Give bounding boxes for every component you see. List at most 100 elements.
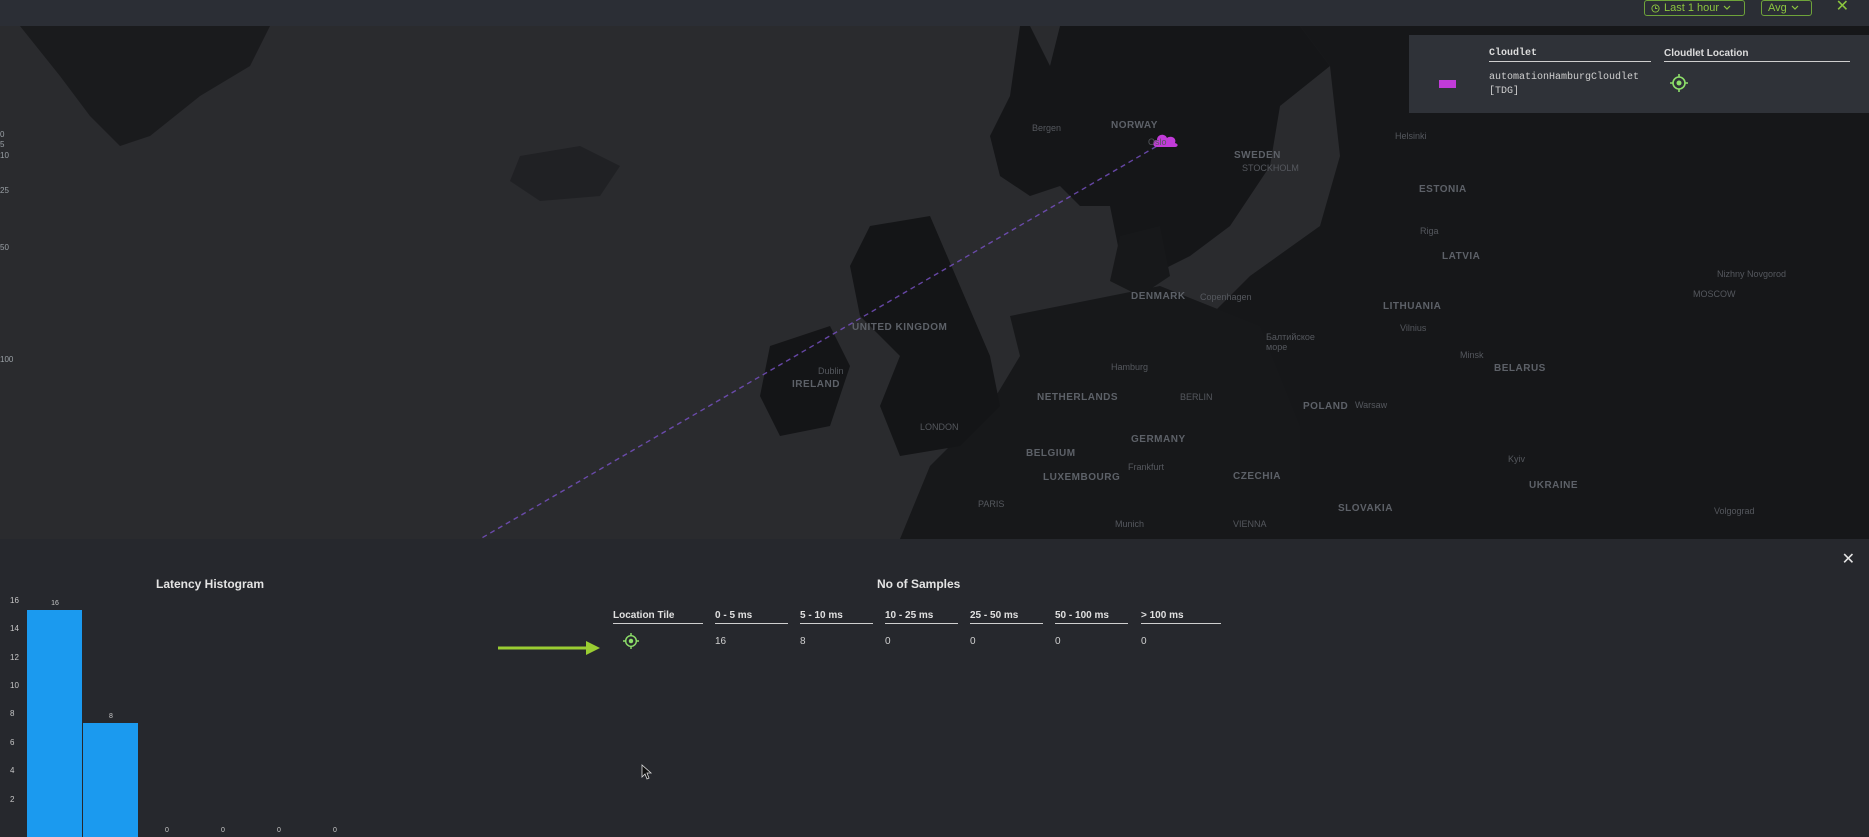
divider bbox=[1664, 61, 1850, 62]
histogram-bar[interactable] bbox=[83, 723, 138, 837]
divider bbox=[1055, 623, 1128, 624]
map-label: POLAND bbox=[1303, 401, 1349, 412]
aggregate-label: Avg bbox=[1768, 2, 1787, 14]
table-header: 50 - 100 ms bbox=[1055, 610, 1109, 621]
map-label: LUXEMBOURG bbox=[1043, 472, 1121, 483]
crosshair-icon[interactable] bbox=[1670, 74, 1688, 92]
time-range-dropdown[interactable]: Last 1 hour bbox=[1644, 0, 1745, 16]
histogram-bar-label: 16 bbox=[51, 599, 59, 607]
legend-header-cloudlet: Cloudlet bbox=[1489, 48, 1538, 59]
map-city-label: Volgograd bbox=[1714, 506, 1755, 516]
close-icon[interactable]: ✕ bbox=[1842, 549, 1855, 569]
map-label: SLOVAKIA bbox=[1338, 503, 1393, 514]
axis-tick: 25 bbox=[0, 186, 9, 195]
y-axis-tick: 16 bbox=[10, 595, 19, 605]
map-city-label: Nizhny Novgorod bbox=[1717, 269, 1787, 279]
histogram-bar-label: 8 bbox=[109, 713, 113, 721]
chevron-down-icon bbox=[1791, 5, 1799, 10]
axis-tick: 10 bbox=[0, 151, 9, 160]
map-label: LITHUANIA bbox=[1383, 301, 1442, 312]
y-axis-tick: 4 bbox=[10, 766, 15, 776]
table-cell: 0 bbox=[885, 636, 891, 647]
axis-tick: 100 bbox=[0, 355, 14, 364]
cloudlet-org: [TDG] bbox=[1489, 86, 1520, 97]
arrow-annotation bbox=[498, 641, 600, 655]
axis-tick: 50 bbox=[0, 243, 9, 252]
y-axis-tick: 10 bbox=[10, 681, 19, 690]
mouse-cursor-icon bbox=[641, 764, 653, 780]
axis-tick: 5 bbox=[0, 140, 5, 149]
map-label: GERMANY bbox=[1131, 434, 1186, 445]
map-city-label: BERLIN bbox=[1180, 392, 1213, 402]
samples-title: No of Samples bbox=[877, 577, 961, 591]
table-cell: 0 bbox=[1141, 636, 1147, 647]
map-label: NORWAY bbox=[1111, 120, 1158, 131]
table-cell: 0 bbox=[970, 636, 976, 647]
y-axis-tick: 14 bbox=[10, 624, 19, 634]
latency-panel: ✕ Latency Histogram No of Samples 2 4 6 8 10… bbox=[0, 539, 1869, 837]
aggregate-dropdown[interactable]: Avg bbox=[1761, 0, 1812, 16]
cloudlet-legend: Cloudlet Cloudlet Location automationHam… bbox=[1409, 35, 1869, 113]
histogram-bar-label: 0 bbox=[165, 827, 169, 834]
map-city-label: LONDON bbox=[920, 422, 959, 432]
table-header: 25 - 50 ms bbox=[970, 610, 1019, 621]
divider bbox=[885, 623, 958, 624]
map-city-label: VIENNA bbox=[1233, 519, 1267, 529]
y-axis-tick: 12 bbox=[10, 652, 19, 662]
map-city-label: Minsk bbox=[1460, 350, 1484, 360]
table-header: 5 - 10 ms bbox=[800, 610, 843, 621]
cloudlet-color-swatch bbox=[1439, 80, 1456, 88]
map-label: NETHERLANDS bbox=[1037, 392, 1119, 403]
divider bbox=[800, 623, 873, 624]
time-range-label: Last 1 hour bbox=[1664, 2, 1720, 14]
clock-icon bbox=[1651, 3, 1660, 13]
divider bbox=[970, 623, 1043, 624]
map-label: UKRAINE bbox=[1529, 480, 1579, 491]
map-sea-label: Балтийское море bbox=[1266, 332, 1315, 352]
histogram-bar[interactable] bbox=[27, 609, 82, 837]
map-city-label: PARIS bbox=[978, 499, 1005, 509]
map-label: IRELAND bbox=[792, 379, 840, 390]
map-city-label: Hamburg bbox=[1111, 362, 1149, 372]
table-cell: 0 bbox=[1055, 636, 1061, 647]
top-toolbar: Last 1 hour Avg ✕ bbox=[0, 0, 1869, 26]
histogram-title: Latency Histogram bbox=[156, 577, 265, 591]
y-axis-tick: 8 bbox=[10, 709, 15, 719]
map-label: SWEDEN bbox=[1234, 150, 1281, 161]
map-city-label: Helsinki bbox=[1395, 131, 1427, 141]
map-label: CZECHIA bbox=[1233, 471, 1281, 482]
cloudlet-name-text: automationHamburgCloudlet bbox=[1489, 72, 1640, 83]
map-label: LATVIA bbox=[1442, 251, 1481, 262]
table-header: > 100 ms bbox=[1141, 610, 1184, 621]
map-city-label: Riga bbox=[1420, 226, 1439, 236]
map-label: BELGIUM bbox=[1026, 448, 1076, 459]
chevron-down-icon bbox=[1723, 5, 1731, 10]
legend-header-location: Cloudlet Location bbox=[1664, 48, 1749, 59]
axis-tick: 0 bbox=[0, 130, 5, 139]
map-city-label: Bergen bbox=[1032, 123, 1062, 133]
histogram-bar-label: 0 bbox=[333, 827, 337, 834]
table-header: 10 - 25 ms bbox=[885, 610, 934, 621]
divider bbox=[715, 623, 788, 624]
cloudlet-name: automationHamburgCloudlet [TDG] bbox=[1489, 71, 1649, 99]
histogram-bar-label: 0 bbox=[221, 827, 225, 834]
map-city-label: Warsaw bbox=[1355, 400, 1388, 410]
map-city-label: Frankfurt bbox=[1128, 462, 1165, 472]
map-label: ESTONIA bbox=[1419, 184, 1467, 195]
map-city-label: STOCKHOLM bbox=[1242, 163, 1299, 173]
map-city-label: Oslo bbox=[1148, 137, 1167, 147]
map-city-label: Copenhagen bbox=[1200, 292, 1252, 302]
crosshair-icon[interactable] bbox=[623, 633, 639, 649]
y-axis-tick: 2 bbox=[10, 794, 15, 804]
close-icon[interactable]: ✕ bbox=[1836, 0, 1849, 15]
map-city-label: Vilnius bbox=[1400, 323, 1427, 333]
table-header: 0 - 5 ms bbox=[715, 610, 753, 621]
map-label: UNITED KINGDOM bbox=[852, 322, 948, 333]
map-city-label: MOSCOW bbox=[1693, 289, 1736, 299]
map-city-label: Dublin bbox=[818, 366, 844, 376]
map-city-label: Munich bbox=[1115, 519, 1145, 529]
map-label: BELARUS bbox=[1494, 363, 1546, 374]
divider bbox=[613, 623, 703, 624]
y-axis-tick: 6 bbox=[10, 737, 15, 747]
table-cell: 16 bbox=[715, 636, 727, 647]
